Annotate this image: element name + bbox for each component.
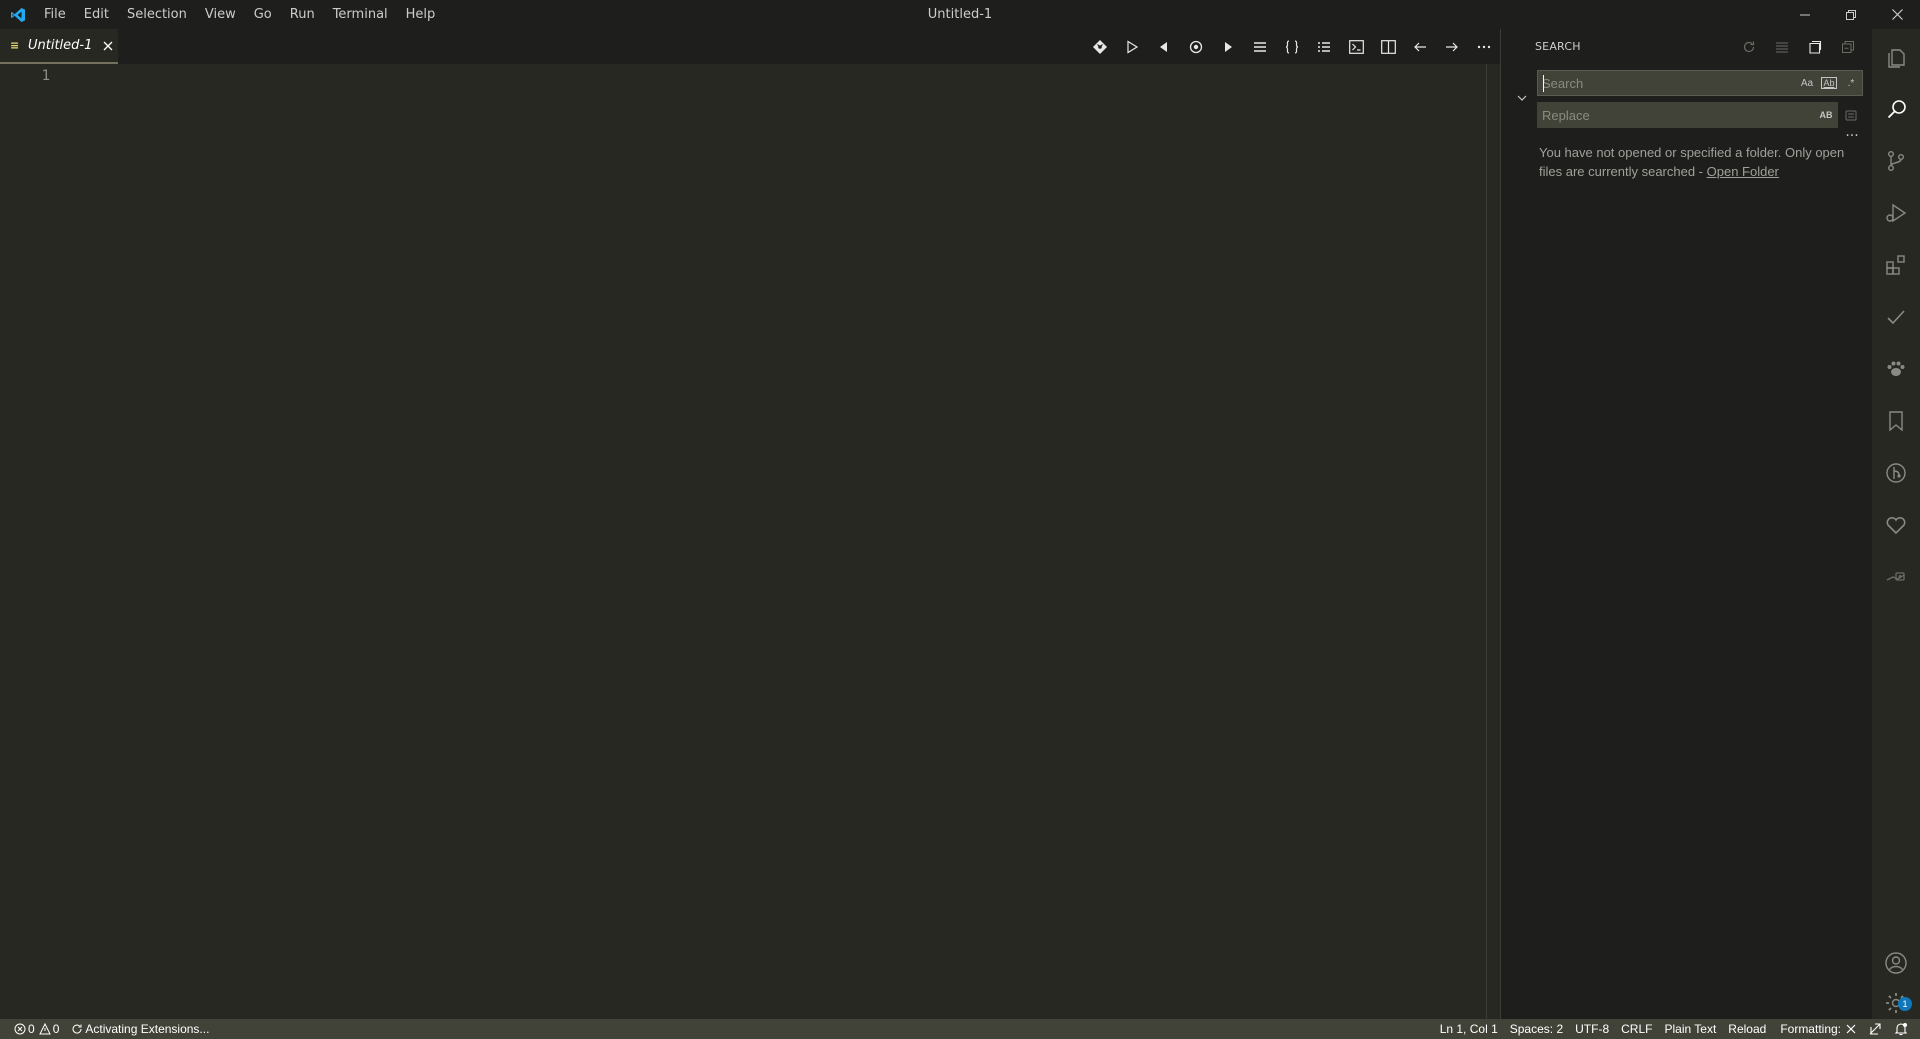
match-whole-word-button[interactable]: Ab bbox=[1818, 72, 1840, 94]
search-input-box: Aa Ab .* bbox=[1537, 70, 1863, 96]
replace-input[interactable] bbox=[1538, 103, 1815, 127]
next-change-icon[interactable] bbox=[1212, 29, 1244, 64]
activity-bar: 1 bbox=[1872, 29, 1920, 1019]
bookmark-icon[interactable] bbox=[1872, 397, 1920, 445]
menu-terminal[interactable]: Terminal bbox=[324, 0, 397, 29]
open-folder-link[interactable]: Open Folder bbox=[1707, 164, 1779, 179]
replace-all-icon[interactable] bbox=[1840, 102, 1862, 128]
more-actions-icon[interactable] bbox=[1468, 29, 1500, 64]
replace-input-box: AB bbox=[1537, 102, 1838, 128]
no-folder-text: You have not opened or specified a folde… bbox=[1539, 145, 1845, 179]
indentation[interactable]: Spaces: 2 bbox=[1504, 1019, 1569, 1039]
heart-icon[interactable] bbox=[1872, 501, 1920, 549]
account-icon[interactable] bbox=[1872, 939, 1920, 987]
menu-go[interactable]: Go bbox=[245, 0, 281, 29]
menu-help[interactable]: Help bbox=[397, 0, 445, 29]
menu-lines-icon[interactable] bbox=[1244, 29, 1276, 64]
warning-count: 0 bbox=[52, 1022, 60, 1036]
editor-scrollbar[interactable] bbox=[1486, 64, 1500, 1019]
source-control-icon[interactable] bbox=[1872, 137, 1920, 185]
window-controls bbox=[1782, 0, 1920, 29]
extensions-icon[interactable] bbox=[1872, 241, 1920, 289]
formatting-status[interactable]: Formatting: bbox=[1772, 1019, 1862, 1039]
activity-text: Activating Extensions... bbox=[85, 1022, 210, 1036]
tab-label: Untitled-1 bbox=[28, 38, 93, 53]
encoding[interactable]: UTF-8 bbox=[1569, 1019, 1615, 1039]
editor-area[interactable]: 1 bbox=[0, 64, 1500, 1019]
settings-update-badge: 1 bbox=[1898, 997, 1912, 1011]
problems-status[interactable]: 0 0 bbox=[8, 1019, 65, 1039]
collapse-all-icon[interactable] bbox=[1831, 29, 1864, 64]
run-debug-icon[interactable] bbox=[1872, 189, 1920, 237]
braces-icon[interactable] bbox=[1276, 29, 1308, 64]
toggle-search-details-button[interactable]: ··· bbox=[1841, 129, 1863, 143]
tab-untitled-1[interactable]: ≡ Untitled-1 bbox=[0, 29, 118, 64]
search-icon[interactable] bbox=[1872, 85, 1920, 133]
minimize-button[interactable] bbox=[1782, 0, 1828, 29]
arrow-right-icon[interactable] bbox=[1436, 29, 1468, 64]
formatting-label: Formatting: bbox=[1780, 1022, 1841, 1036]
sidebar-title: SEARCH bbox=[1535, 40, 1581, 53]
arrow-left-icon[interactable] bbox=[1404, 29, 1436, 64]
sync-icon bbox=[72, 1024, 82, 1034]
use-regex-button[interactable]: .* bbox=[1840, 72, 1862, 94]
end-of-line[interactable]: CRLF bbox=[1615, 1019, 1658, 1039]
no-folder-message: You have not opened or specified a folde… bbox=[1539, 143, 1859, 181]
new-search-editor-icon[interactable] bbox=[1798, 29, 1831, 64]
close-window-button[interactable] bbox=[1874, 0, 1920, 29]
extension-activation-status[interactable]: Activating Extensions... bbox=[65, 1019, 215, 1039]
menu-view[interactable]: View bbox=[196, 0, 245, 29]
editor-actions bbox=[1084, 29, 1500, 64]
language-mode[interactable]: Plain Text bbox=[1658, 1019, 1722, 1039]
search-view-actions bbox=[1732, 29, 1864, 64]
settings-gear-icon[interactable]: 1 bbox=[1872, 987, 1920, 1019]
paw-icon[interactable] bbox=[1872, 345, 1920, 393]
plaintext-file-icon: ≡ bbox=[10, 39, 20, 52]
close-icon bbox=[1846, 1024, 1856, 1034]
toggle-replace-chevron-icon[interactable] bbox=[1515, 91, 1531, 107]
warning-icon bbox=[38, 1023, 51, 1035]
list-icon[interactable] bbox=[1308, 29, 1340, 64]
status-bar: 0 0 Activating Extensions... Ln 1, Col 1… bbox=[0, 1019, 1920, 1039]
menu-edit[interactable]: Edit bbox=[75, 0, 118, 29]
close-icon[interactable] bbox=[100, 38, 116, 54]
clear-results-icon[interactable] bbox=[1765, 29, 1798, 64]
record-icon[interactable] bbox=[1180, 29, 1212, 64]
menu-selection[interactable]: Selection bbox=[118, 0, 196, 29]
terminal-icon[interactable] bbox=[1340, 29, 1372, 64]
error-icon bbox=[14, 1023, 26, 1035]
search-sidebar: SEARCH Aa Ab .* AB ··· You have not bbox=[1500, 29, 1872, 1019]
menu-file[interactable]: File bbox=[35, 0, 75, 29]
whole-word-glyph: Ab bbox=[1821, 77, 1837, 89]
split-editor-icon[interactable] bbox=[1372, 29, 1404, 64]
text-caret bbox=[1543, 75, 1544, 92]
run-icon[interactable] bbox=[1116, 29, 1148, 64]
error-count: 0 bbox=[28, 1022, 35, 1036]
title-bar: File Edit Selection View Go Run Terminal… bbox=[0, 0, 1920, 29]
notifications-bell-icon[interactable] bbox=[1888, 1019, 1914, 1039]
reload-button[interactable]: Reload bbox=[1722, 1019, 1772, 1039]
preserve-case-button[interactable]: AB bbox=[1815, 104, 1837, 126]
match-case-button[interactable]: Aa bbox=[1796, 72, 1818, 94]
feedback-icon[interactable] bbox=[1862, 1019, 1888, 1039]
menu-bar: File Edit Selection View Go Run Terminal… bbox=[35, 0, 444, 29]
line-number: 1 bbox=[41, 68, 50, 84]
menu-run[interactable]: Run bbox=[281, 0, 324, 29]
git-graph-icon[interactable] bbox=[1872, 449, 1920, 497]
checkmark-icon[interactable] bbox=[1872, 293, 1920, 341]
search-input[interactable] bbox=[1538, 71, 1796, 95]
vscode-logo-icon bbox=[0, 0, 35, 29]
cursor-position[interactable]: Ln 1, Col 1 bbox=[1434, 1019, 1504, 1039]
explorer-icon[interactable] bbox=[1872, 33, 1920, 81]
refresh-icon[interactable] bbox=[1732, 29, 1765, 64]
git-diamond-icon[interactable] bbox=[1084, 29, 1116, 64]
remote-icon[interactable] bbox=[1872, 553, 1920, 601]
previous-change-icon[interactable] bbox=[1148, 29, 1180, 64]
restore-button[interactable] bbox=[1828, 0, 1874, 29]
editor-tab-bar: ≡ Untitled-1 bbox=[0, 29, 1500, 64]
